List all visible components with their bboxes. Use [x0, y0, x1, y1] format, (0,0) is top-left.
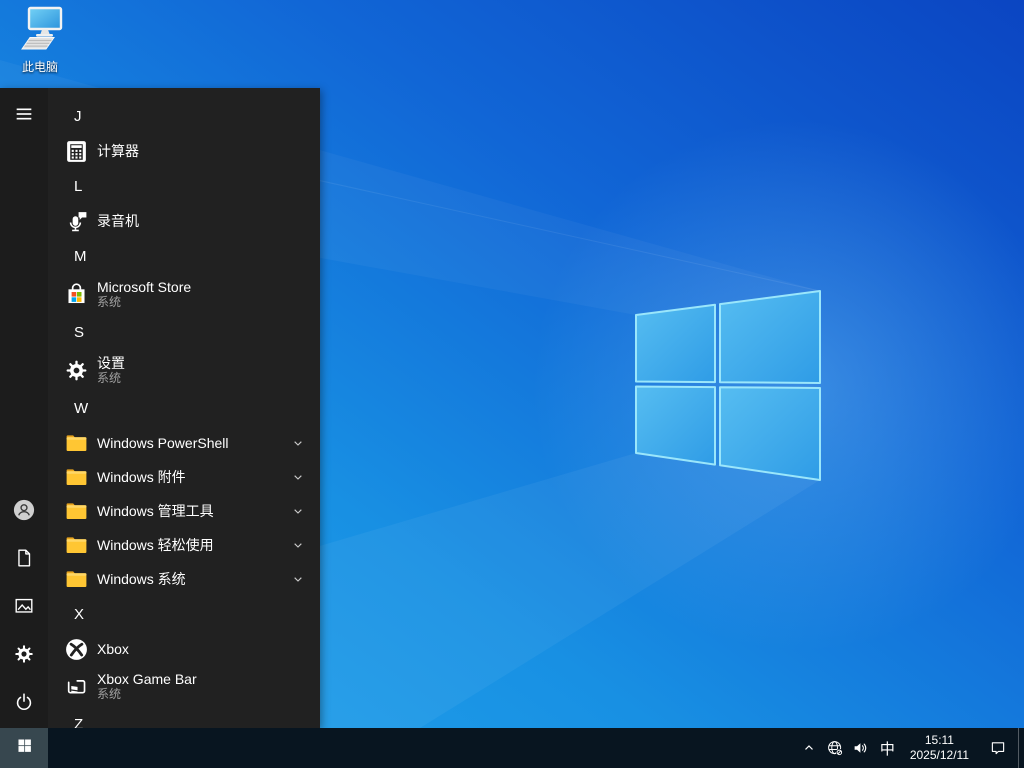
taskbar: 中 15:11 2025/12/11 [0, 728, 1024, 768]
folder-icon [62, 465, 90, 490]
document-icon [13, 547, 35, 574]
start-button[interactable] [0, 728, 48, 768]
chevron-down-icon[interactable] [290, 537, 306, 553]
section-letter: X [74, 605, 85, 623]
section-x[interactable]: X [48, 596, 320, 632]
start-item-windows-admin-tools[interactable]: Windows 管理工具 [48, 494, 320, 528]
desktop-icon-label: 此电脑 [21, 60, 58, 74]
folder-icon [62, 533, 90, 558]
show-desktop-button[interactable] [1018, 728, 1024, 768]
rail-user-account[interactable] [0, 488, 48, 536]
start-item-label: Microsoft Store [97, 278, 192, 295]
clock-date: 2025/12/11 [909, 748, 969, 762]
rail-documents[interactable] [0, 536, 48, 584]
folder-icon [62, 499, 90, 524]
rail-power[interactable] [0, 680, 48, 728]
section-l[interactable]: L [48, 168, 320, 204]
store-bag-icon [62, 282, 90, 307]
start-item-label: Windows 系统 [97, 570, 186, 587]
power-icon [13, 691, 35, 718]
start-item-windows-powershell[interactable]: Windows PowerShell [48, 426, 320, 460]
taskbar-clock[interactable]: 15:11 2025/12/11 [901, 733, 978, 763]
start-item-calculator[interactable]: 计算器 [48, 134, 320, 168]
rail-expand-menu[interactable] [0, 96, 48, 136]
start-menu-app-list: J 计算器 L 录音机 M Microsoft Store 系统 S 设置 系统 W Windows … [48, 88, 320, 728]
chevron-down-icon[interactable] [290, 435, 306, 451]
start-item-label: Xbox Game Bar [97, 670, 197, 687]
section-letter: Z [74, 715, 84, 729]
start-item-label: Windows PowerShell [97, 434, 229, 451]
microphone-icon [62, 209, 90, 234]
start-item-sublabel: 系统 [97, 371, 122, 386]
folder-icon [62, 567, 90, 592]
user-icon [13, 499, 35, 526]
chevron-down-icon[interactable] [290, 503, 306, 519]
folder-icon [62, 431, 90, 456]
section-z[interactable]: Z [48, 706, 320, 729]
section-letter: M [74, 247, 87, 265]
screen: 此电脑 J 计算器 L 录音机 M Microsoft Store 系统 S 设置 系统 W Wind… [0, 0, 1024, 768]
start-item-windows-system[interactable]: Windows 系统 [48, 562, 320, 596]
gear-outline-icon [13, 643, 35, 670]
clock-time: 15:11 [924, 733, 954, 747]
windows-logo-panes [635, 290, 821, 481]
rail-pictures[interactable] [0, 584, 48, 632]
section-letter: S [74, 323, 85, 341]
start-item-label: Windows 管理工具 [97, 502, 214, 519]
volume-icon[interactable] [848, 728, 874, 768]
start-item-label: 计算器 [97, 142, 139, 159]
network-globe-offline-icon[interactable] [822, 728, 848, 768]
this-pc-icon [15, 6, 65, 57]
chevron-down-icon[interactable] [290, 469, 306, 485]
section-m[interactable]: M [48, 238, 320, 274]
start-menu-rail [0, 88, 48, 728]
start-item-sublabel: 系统 [97, 687, 122, 702]
action-center-icon[interactable] [978, 728, 1018, 768]
start-item-voice-recorder[interactable]: 录音机 [48, 204, 320, 238]
section-s[interactable]: S [48, 314, 320, 350]
hamburger-icon [13, 103, 35, 130]
gear-icon [62, 358, 90, 383]
start-item-label: Xbox [97, 640, 129, 657]
start-menu: J 计算器 L 录音机 M Microsoft Store 系统 S 设置 系统 W Windows … [0, 88, 320, 728]
section-letter: L [74, 177, 83, 195]
hidden-icons-chevron-up-icon[interactable] [796, 728, 822, 768]
start-item-sublabel: 系统 [97, 295, 122, 310]
section-letter: J [74, 107, 82, 125]
xbox-gamebar-icon [62, 674, 90, 699]
start-item-windows-accessories[interactable]: Windows 附件 [48, 460, 320, 494]
start-item-microsoft-store[interactable]: Microsoft Store 系统 [48, 274, 320, 314]
section-letter: W [74, 399, 89, 417]
start-item-label: 设置 [97, 354, 125, 371]
start-item-label: Windows 附件 [97, 468, 186, 485]
ime-language-indicator[interactable]: 中 [874, 728, 901, 768]
rail-settings[interactable] [0, 632, 48, 680]
windows-logo-icon [16, 737, 33, 759]
start-item-xbox[interactable]: Xbox [48, 632, 320, 666]
section-w[interactable]: W [48, 390, 320, 426]
start-item-xbox-game-bar[interactable]: Xbox Game Bar 系统 [48, 666, 320, 706]
desktop-icon-this-pc[interactable]: 此电脑 [12, 6, 68, 75]
start-item-settings[interactable]: 设置 系统 [48, 350, 320, 390]
start-item-label: Windows 轻松使用 [97, 536, 214, 553]
start-item-label: 录音机 [97, 212, 139, 229]
section-j[interactable]: J [48, 98, 320, 134]
pictures-icon [13, 595, 35, 622]
calculator-icon [62, 139, 90, 164]
chevron-down-icon[interactable] [290, 571, 306, 587]
xbox-icon [62, 637, 90, 662]
system-tray: 中 15:11 2025/12/11 [796, 728, 1024, 768]
start-item-windows-ease-of-access[interactable]: Windows 轻松使用 [48, 528, 320, 562]
